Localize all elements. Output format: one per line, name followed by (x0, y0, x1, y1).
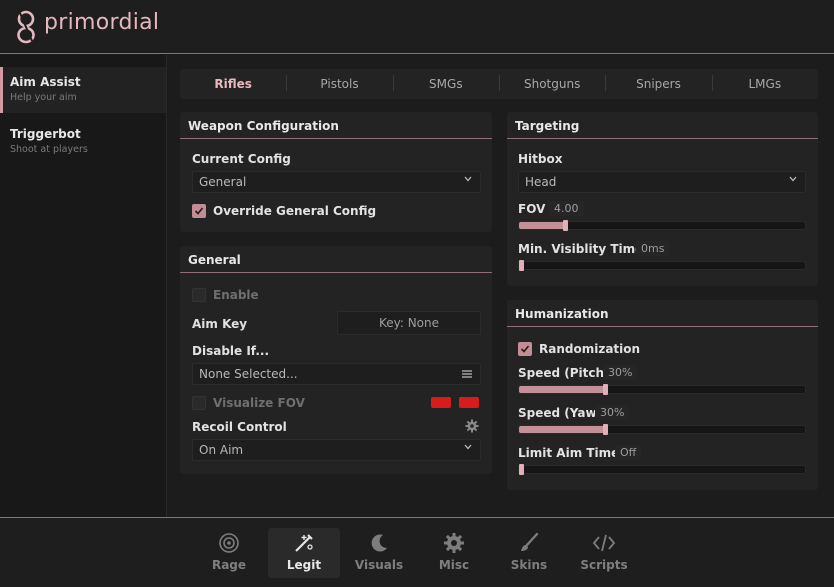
speed-yaw-slider-knob[interactable] (602, 424, 608, 435)
header: primordial (0, 0, 834, 54)
speed-pitch-label: Speed (Pitch) (518, 366, 610, 380)
hitbox-select[interactable]: Head (518, 171, 806, 193)
fov-color-swatch-secondary[interactable] (459, 397, 479, 408)
tab-shotguns[interactable]: Shotguns (498, 75, 605, 91)
nav-label: Skins (510, 558, 548, 572)
nav-rage[interactable]: Rage (193, 528, 265, 578)
nav-label: Visuals (354, 558, 404, 572)
panel-title: Humanization (507, 300, 818, 327)
sidebar-item-title: Aim Assist (10, 75, 81, 89)
speed-yaw-value: 30% (595, 405, 630, 420)
visualize-fov-label: Visualize FOV (213, 396, 305, 410)
bottom-nav: Rage Legit Visuals Misc Skins Scripts (0, 517, 834, 587)
limit-aim-time-value: Off (615, 445, 642, 460)
tab-smgs[interactable]: SMGs (392, 75, 499, 91)
brush-icon (521, 532, 539, 551)
speed-yaw-slider[interactable] (518, 424, 806, 435)
enable-label: Enable (213, 288, 259, 302)
speed-pitch-slider-knob[interactable] (602, 384, 608, 395)
tab-rifles[interactable]: Rifles (180, 77, 286, 91)
fov-label: FOV (518, 202, 546, 216)
disable-if-value: None Selected... (199, 367, 298, 381)
sidebar: Aim Assist Help your aim Triggerbot Shoo… (0, 55, 167, 517)
nav-label: Scripts (580, 558, 628, 572)
nav-label: Rage (211, 558, 247, 572)
min-visibility-time-slider-knob[interactable] (519, 260, 524, 271)
logo-icon (17, 10, 35, 44)
gear-icon (444, 533, 464, 553)
nav-misc[interactable]: Misc (418, 528, 490, 578)
sidebar-item-subtitle: Help your aim (10, 92, 77, 103)
moon-icon (371, 534, 387, 552)
current-config-label: Current Config (192, 152, 291, 166)
speed-pitch-slider[interactable] (518, 384, 806, 395)
main-content: Rifles Pistols SMGs Shotguns Snipers LMG… (168, 55, 834, 517)
hitbox-value: Head (525, 175, 557, 189)
limit-aim-time-slider[interactable] (518, 464, 806, 475)
override-general-config-label: Override General Config (213, 204, 377, 218)
tab-snipers[interactable]: Snipers (605, 75, 711, 91)
speed-pitch-value: 30% (603, 365, 638, 380)
code-icon (592, 534, 616, 552)
visualize-fov-checkbox[interactable] (192, 396, 206, 410)
chevron-down-icon (464, 176, 472, 182)
enable-checkbox[interactable] (192, 288, 206, 302)
fov-color-swatch[interactable] (431, 397, 451, 408)
humanization-panel: Humanization Randomization Speed (Pitch)… (507, 300, 818, 490)
recoil-control-select[interactable]: On Aim (192, 439, 481, 461)
panel-title: Weapon Configuration (180, 112, 492, 139)
randomization-checkbox[interactable] (518, 342, 532, 356)
current-config-select[interactable]: General (192, 171, 481, 193)
tab-pistols[interactable]: Pistols (286, 75, 392, 91)
gear-icon[interactable] (465, 419, 479, 433)
speed-pitch-slider-fill (519, 386, 605, 393)
speed-yaw-slider-fill (519, 426, 605, 433)
sidebar-item-subtitle: Shoot at players (10, 144, 88, 155)
targeting-panel: Targeting Hitbox Head FOV 4.00 Min. Visi… (507, 112, 818, 286)
aim-key-label: Aim Key (192, 317, 248, 331)
tab-lmgs[interactable]: LMGs (711, 75, 818, 91)
brand-name: primordial (44, 10, 160, 35)
weapon-configuration-panel: Weapon Configuration Current Config Gene… (180, 112, 492, 232)
min-visibility-time-slider[interactable] (518, 260, 806, 271)
panel-title: General (180, 246, 492, 273)
nav-label: Legit (286, 558, 322, 572)
check-icon (194, 207, 204, 215)
nav-scripts[interactable]: Scripts (568, 528, 640, 578)
limit-aim-time-slider-knob[interactable] (519, 464, 524, 475)
chevron-down-icon (789, 176, 797, 182)
fov-value: 4.00 (549, 201, 584, 216)
speed-yaw-label: Speed (Yaw) (518, 406, 603, 420)
aim-key-binder[interactable]: Key: None (337, 311, 481, 335)
sidebar-item-triggerbot[interactable]: Triggerbot Shoot at players (0, 119, 166, 165)
sidebar-item-title: Triggerbot (10, 127, 81, 141)
min-visibility-time-label: Min. Visiblity Time (518, 242, 644, 256)
general-panel: General Enable Aim Key Key: None Disable… (180, 246, 492, 474)
randomization-label: Randomization (539, 342, 641, 356)
nav-legit[interactable]: Legit (268, 528, 340, 578)
disable-if-multiselect[interactable]: None Selected... (192, 363, 481, 385)
hitbox-label: Hitbox (518, 152, 563, 166)
limit-aim-time-label: Limit Aim Time (518, 446, 620, 460)
disable-if-label: Disable If... (192, 344, 270, 358)
current-config-value: General (199, 175, 247, 189)
fov-slider[interactable] (518, 220, 806, 231)
crosshair-pen-icon (295, 534, 313, 552)
override-general-config-checkbox[interactable] (192, 204, 206, 218)
target-icon (219, 533, 239, 553)
fov-slider-fill (519, 222, 565, 229)
nav-visuals[interactable]: Visuals (343, 528, 415, 578)
min-visibility-time-value: 0ms (636, 241, 670, 256)
chevron-down-icon (464, 444, 472, 450)
panel-title: Targeting (507, 112, 818, 139)
nav-skins[interactable]: Skins (493, 528, 565, 578)
weapon-tabs: Rifles Pistols SMGs Shotguns Snipers LMG… (180, 69, 818, 99)
recoil-control-value: On Aim (199, 443, 244, 457)
list-icon (462, 370, 472, 378)
fov-slider-knob[interactable] (562, 220, 568, 231)
check-icon (520, 345, 530, 353)
sidebar-item-aim-assist[interactable]: Aim Assist Help your aim (0, 67, 166, 113)
nav-label: Misc (438, 558, 470, 572)
recoil-control-label: Recoil Control (192, 420, 287, 434)
